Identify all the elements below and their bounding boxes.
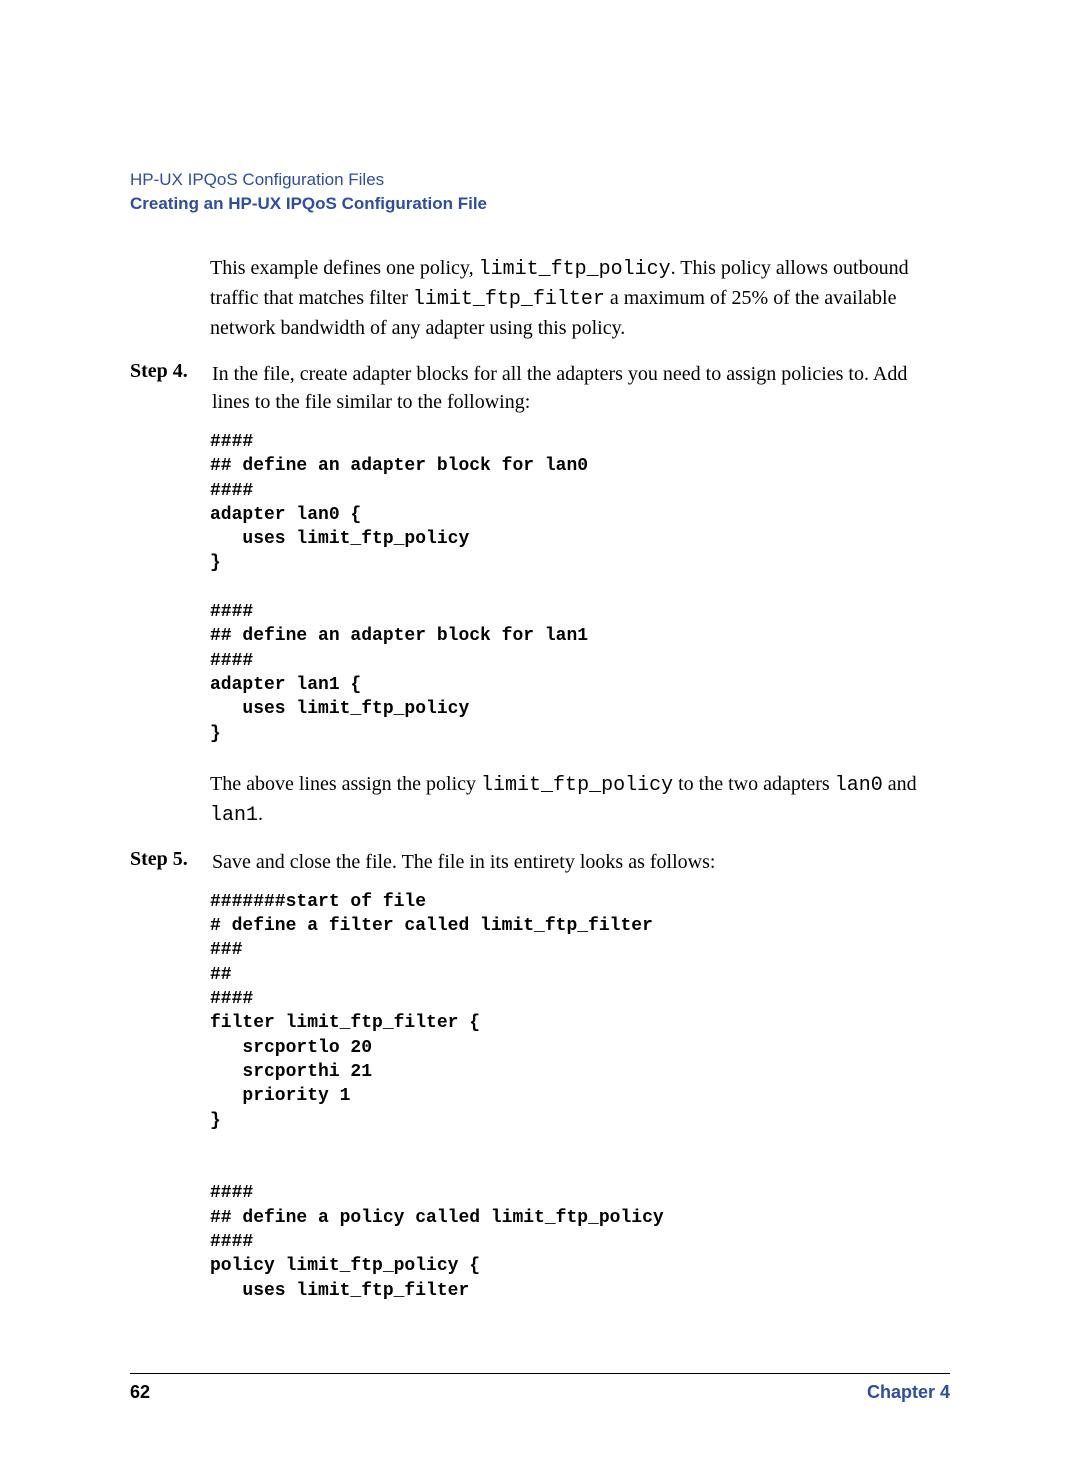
step-4-label: Step 4. (130, 360, 198, 416)
step-5-text: Save and close the file. The file in its… (212, 848, 715, 876)
step4-after-2: to the two adapters (673, 773, 835, 795)
header-breadcrumb: HP-UX IPQoS Configuration Files (130, 170, 950, 190)
page-footer: 62 Chapter 4 (130, 1373, 950, 1403)
step-4-after-paragraph: The above lines assign the policy limit_… (210, 770, 950, 830)
step-5-label: Step 5. (130, 848, 198, 876)
intro-code-2: limit_ftp_filter (413, 288, 605, 311)
step-4-text: In the file, create adapter blocks for a… (212, 360, 950, 416)
step4-after-code3: lan1 (210, 804, 258, 827)
step-5-code: #######start of file # define a filter c… (210, 890, 950, 1303)
page-content: HP-UX IPQoS Configuration Files Creating… (0, 0, 1080, 1463)
page-number: 62 (130, 1382, 150, 1403)
step4-after-1: The above lines assign the policy (210, 773, 481, 795)
step4-after-code1: limit_ftp_policy (481, 774, 673, 797)
header-subtitle: Creating an HP-UX IPQoS Configuration Fi… (130, 194, 950, 214)
step4-after-4: . (258, 803, 263, 825)
step-5-row: Step 5. Save and close the file. The fil… (130, 848, 950, 876)
step-4-code: #### ## define an adapter block for lan0… (210, 430, 950, 746)
step4-after-code2: lan0 (835, 774, 883, 797)
step4-after-3: and (883, 773, 917, 795)
intro-code-1: limit_ftp_policy (479, 258, 671, 281)
step-4-row: Step 4. In the file, create adapter bloc… (130, 360, 950, 416)
intro-text-1: This example defines one policy, (210, 257, 479, 279)
intro-paragraph: This example defines one policy, limit_f… (210, 254, 950, 342)
chapter-link[interactable]: Chapter 4 (867, 1382, 950, 1403)
